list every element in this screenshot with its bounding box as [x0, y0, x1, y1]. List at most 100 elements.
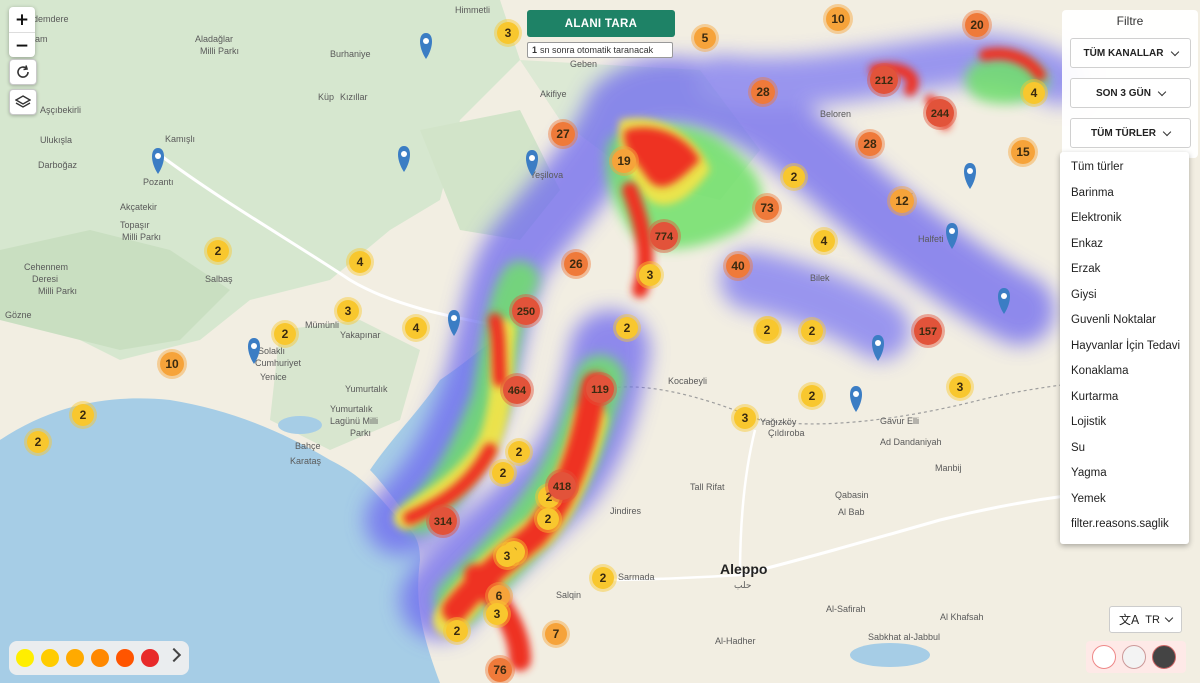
- zoom-controls: + −: [9, 7, 35, 57]
- cluster-marker[interactable]: 3: [334, 297, 362, 325]
- cluster-marker[interactable]: 2: [271, 320, 299, 348]
- type-option[interactable]: Enkaz: [1071, 238, 1103, 250]
- type-option[interactable]: Giysi: [1071, 289, 1097, 301]
- cluster-marker[interactable]: 19: [609, 146, 639, 176]
- map-svg[interactable]: BademdereHimmetliAladağlarMilli Parkı Bur…: [0, 0, 1200, 683]
- cluster-marker[interactable]: 157: [911, 314, 945, 348]
- cluster-marker[interactable]: 28: [748, 77, 778, 107]
- legend-color-5: [116, 649, 134, 667]
- layers-icon: [15, 95, 31, 108]
- cluster-marker[interactable]: 2: [780, 163, 808, 191]
- cluster-marker[interactable]: 2: [489, 459, 517, 487]
- cluster-marker[interactable]: 2: [69, 401, 97, 429]
- chevron-down-icon: [1162, 127, 1172, 136]
- refresh-icon: [17, 65, 29, 78]
- cluster-marker[interactable]: 2: [443, 617, 471, 645]
- cluster-marker[interactable]: 12: [887, 186, 917, 216]
- type-option[interactable]: filter.reasons.saglik: [1071, 518, 1169, 530]
- type-option[interactable]: Yemek: [1071, 493, 1106, 505]
- type-option[interactable]: Elektronik: [1071, 212, 1122, 224]
- cluster-marker[interactable]: 4: [346, 248, 374, 276]
- chevron-right-icon[interactable]: [166, 647, 182, 663]
- cluster-marker[interactable]: 3: [493, 542, 521, 570]
- cluster-count: 4: [1031, 86, 1038, 100]
- map-canvas[interactable]: Bademdere Himmetli Aladağlar Milli Parkı Bur…: [0, 0, 1200, 683]
- app-icon-2[interactable]: [1122, 645, 1146, 669]
- cluster-marker[interactable]: 10: [157, 349, 187, 379]
- cluster-marker[interactable]: 2: [204, 237, 232, 265]
- cluster-count: 15: [1016, 145, 1030, 159]
- type-option[interactable]: Barinma: [1071, 187, 1114, 199]
- cluster-marker[interactable]: 26: [561, 249, 591, 279]
- layers-button[interactable]: [9, 89, 37, 115]
- types-dropdown[interactable]: TÜM TÜRLER: [1070, 118, 1191, 148]
- cluster-marker[interactable]: 3: [483, 600, 511, 628]
- type-option[interactable]: Guvenli Noktalar: [1071, 314, 1156, 326]
- cluster-marker[interactable]: 4: [402, 314, 430, 342]
- cluster-marker[interactable]: 418: [545, 469, 579, 503]
- cluster-marker[interactable]: 3: [494, 19, 522, 47]
- zoom-in-button[interactable]: +: [9, 7, 35, 32]
- zoom-out-button[interactable]: −: [9, 32, 35, 58]
- cluster-marker[interactable]: 28: [855, 129, 885, 159]
- cluster-marker[interactable]: 27: [548, 119, 578, 149]
- cluster-marker[interactable]: 2: [24, 428, 52, 456]
- cluster-marker[interactable]: 2: [753, 316, 781, 344]
- types-label: TÜM TÜRLER: [1091, 127, 1156, 139]
- cluster-count: 20: [970, 18, 984, 32]
- type-option[interactable]: Erzak: [1071, 263, 1100, 275]
- lake: [278, 416, 322, 434]
- cluster-marker[interactable]: 3: [946, 373, 974, 401]
- place-label: Al Bab: [838, 507, 865, 517]
- cluster-marker[interactable]: 3: [731, 404, 759, 432]
- cluster-marker[interactable]: 7: [542, 620, 570, 648]
- cluster-marker[interactable]: 2: [589, 564, 617, 592]
- cluster-marker[interactable]: 212: [867, 63, 901, 97]
- type-option[interactable]: Hayvanlar İçin Tedavi: [1071, 340, 1180, 352]
- cluster-marker[interactable]: 314: [426, 504, 460, 538]
- cluster-marker[interactable]: 2: [798, 382, 826, 410]
- place-label: Al-Safirah: [826, 604, 866, 614]
- cluster-marker[interactable]: 119: [583, 372, 617, 406]
- type-option[interactable]: Yagma: [1071, 467, 1107, 479]
- cluster-marker[interactable]: 40: [723, 251, 753, 281]
- cluster-marker[interactable]: 4: [810, 227, 838, 255]
- cluster-marker[interactable]: 3: [636, 261, 664, 289]
- cluster-marker[interactable]: 20: [962, 10, 992, 40]
- cluster-count: 157: [919, 326, 937, 338]
- cluster-marker[interactable]: 464: [500, 373, 534, 407]
- cluster-marker[interactable]: 73: [752, 193, 782, 223]
- cluster-count: 2: [764, 323, 771, 337]
- cluster-marker[interactable]: 2: [534, 505, 562, 533]
- cluster-marker[interactable]: 5: [691, 24, 719, 52]
- cluster-marker[interactable]: 250: [509, 294, 543, 328]
- place-label: Jindires: [610, 506, 642, 516]
- place-label: Yeşilova: [530, 170, 563, 180]
- place-label: Tall Rifat: [690, 482, 725, 492]
- type-option[interactable]: Konaklama: [1071, 365, 1129, 377]
- place-label: Cumhuriyet: [255, 358, 302, 368]
- type-option[interactable]: Su: [1071, 442, 1085, 454]
- type-option[interactable]: Kurtarma: [1071, 391, 1118, 403]
- cluster-count: 212: [875, 75, 893, 87]
- cluster-marker[interactable]: 10: [823, 4, 853, 34]
- chevron-down-icon: [1170, 47, 1179, 56]
- cluster-marker[interactable]: 2: [798, 317, 826, 345]
- type-option[interactable]: Tüm türler: [1071, 161, 1123, 173]
- scan-area-button[interactable]: ALANI TARA: [527, 10, 675, 37]
- cluster-marker[interactable]: 244: [923, 96, 957, 130]
- app-icon-1[interactable]: [1092, 645, 1116, 669]
- cluster-count: 3: [494, 607, 501, 621]
- channels-dropdown[interactable]: TÜM KANALLAR: [1070, 38, 1191, 68]
- cluster-marker[interactable]: 774: [647, 219, 681, 253]
- app-icon-3[interactable]: [1152, 645, 1176, 669]
- cluster-marker[interactable]: 15: [1008, 137, 1038, 167]
- cluster-marker[interactable]: 4: [1020, 79, 1048, 107]
- place-label: Aladağlar: [195, 34, 233, 44]
- refresh-button[interactable]: [9, 59, 37, 85]
- type-option[interactable]: Lojistik: [1071, 416, 1106, 428]
- cluster-marker[interactable]: 2: [613, 314, 641, 342]
- period-dropdown[interactable]: SON 3 GÜN: [1070, 78, 1191, 108]
- language-selector[interactable]: 文A TR: [1109, 606, 1182, 633]
- place-label: Darboğaz: [38, 160, 78, 170]
